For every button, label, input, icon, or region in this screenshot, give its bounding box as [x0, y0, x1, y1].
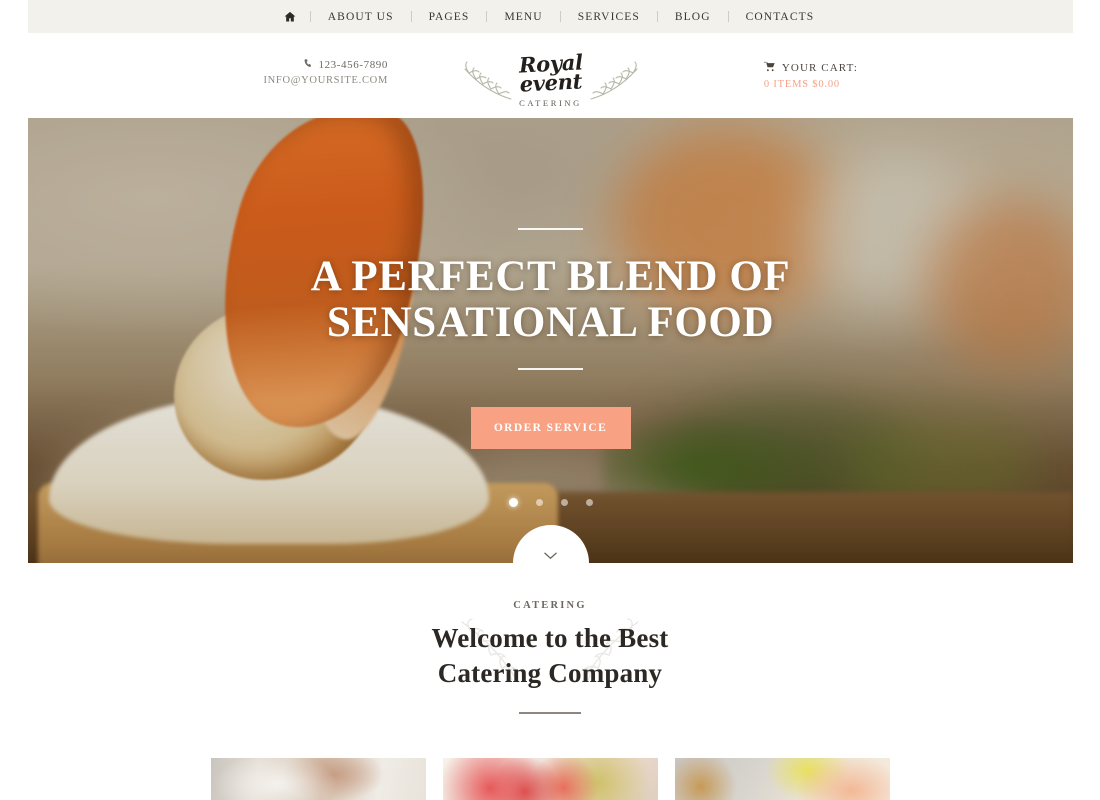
hero-title: A PERFECT BLEND OF SENSATIONAL FOOD — [310, 253, 791, 346]
hero-slider: A PERFECT BLEND OF SENSATIONAL FOOD ORDE… — [28, 118, 1073, 563]
home-icon[interactable] — [270, 11, 310, 23]
cart-widget[interactable]: YOUR CART: 0 ITEMS $0.00 — [763, 61, 858, 90]
nav-item-services[interactable]: SERVICES — [561, 11, 657, 23]
hero-content: A PERFECT BLEND OF SENSATIONAL FOOD ORDE… — [28, 118, 1073, 563]
logo-tagline: CATERING — [519, 97, 582, 108]
laurel-branch-right-icon — [589, 59, 649, 108]
feature-card-canapes[interactable] — [442, 758, 658, 800]
nav-item-pages[interactable]: PAGES — [412, 11, 487, 23]
hero-title-line-2: SENSATIONAL FOOD — [326, 299, 775, 346]
slider-pagination — [508, 498, 593, 507]
logo-text: Royal event CATERING — [518, 50, 583, 108]
shopping-cart-icon — [763, 61, 776, 75]
slider-dot-1[interactable] — [508, 498, 518, 507]
site-header: 123-456-7890 INFO@YOURSITE.COM Royal eve… — [28, 33, 1073, 118]
slider-dot-2[interactable] — [535, 499, 543, 506]
contact-info: 123-456-7890 INFO@YOURSITE.COM — [258, 59, 388, 86]
phone-row[interactable]: 123-456-7890 — [258, 59, 388, 71]
laurel-branch-left-icon — [453, 59, 513, 108]
welcome-section: CATERING Welcome to the Best Catering Co… — [0, 600, 1100, 715]
nav-item-blog[interactable]: BLOG — [658, 11, 728, 23]
phone-icon — [302, 58, 313, 71]
section-divider — [519, 712, 581, 715]
section-label: CATERING — [513, 600, 587, 611]
nav-item-contacts[interactable]: CONTACTS — [729, 11, 832, 23]
hero-title-line-1: A PERFECT BLEND OF — [310, 253, 791, 300]
nav-item-menu[interactable]: MENU — [487, 11, 559, 23]
main-navigation: ABOUT US PAGES MENU SERVICES BLOG CONTAC… — [270, 11, 831, 23]
top-navigation-bar: ABOUT US PAGES MENU SERVICES BLOG CONTAC… — [28, 0, 1073, 33]
hero-divider-top — [518, 228, 583, 230]
chevron-down-icon — [544, 549, 557, 562]
phone-number: 123-456-7890 — [318, 59, 388, 71]
order-service-button[interactable]: ORDER SERVICE — [470, 407, 631, 449]
hero-divider-bottom — [518, 368, 583, 370]
slider-dot-4[interactable] — [585, 499, 593, 506]
slider-dot-3[interactable] — [560, 499, 568, 506]
cart-summary: 0 ITEMS $0.00 — [763, 79, 840, 90]
section-title: Welcome to the Best Catering Company — [0, 621, 1100, 690]
section-title-line-2: Catering Company — [437, 657, 663, 688]
feature-cards-row — [0, 758, 1100, 800]
email-address[interactable]: INFO@YOURSITE.COM — [258, 75, 388, 86]
nav-item-about-us[interactable]: ABOUT US — [311, 11, 411, 23]
cart-label: YOUR CART: — [781, 62, 858, 74]
section-title-line-1: Welcome to the Best — [431, 623, 669, 653]
feature-card-chef[interactable] — [210, 758, 426, 800]
site-logo[interactable]: Royal event CATERING — [451, 41, 651, 121]
feature-card-basket[interactable] — [674, 758, 890, 800]
cart-title-row: YOUR CART: — [763, 61, 858, 75]
logo-line-event: event — [518, 68, 583, 97]
